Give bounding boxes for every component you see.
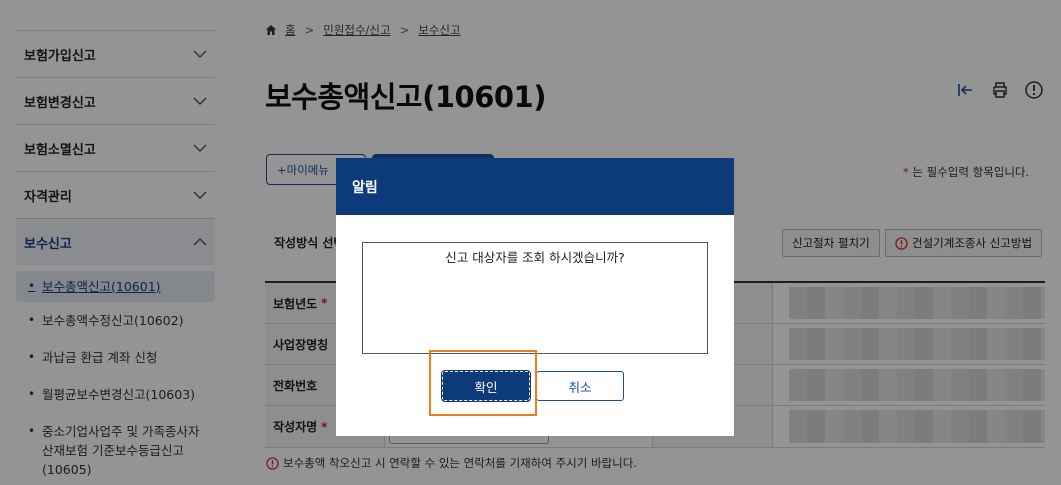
cancel-button[interactable]: 취소 [536, 371, 624, 401]
dialog-message: 신고 대상자를 조회 하시겠습니까? [362, 242, 708, 354]
focus-highlight [429, 350, 537, 416]
dialog-title: 알림 [336, 158, 734, 215]
